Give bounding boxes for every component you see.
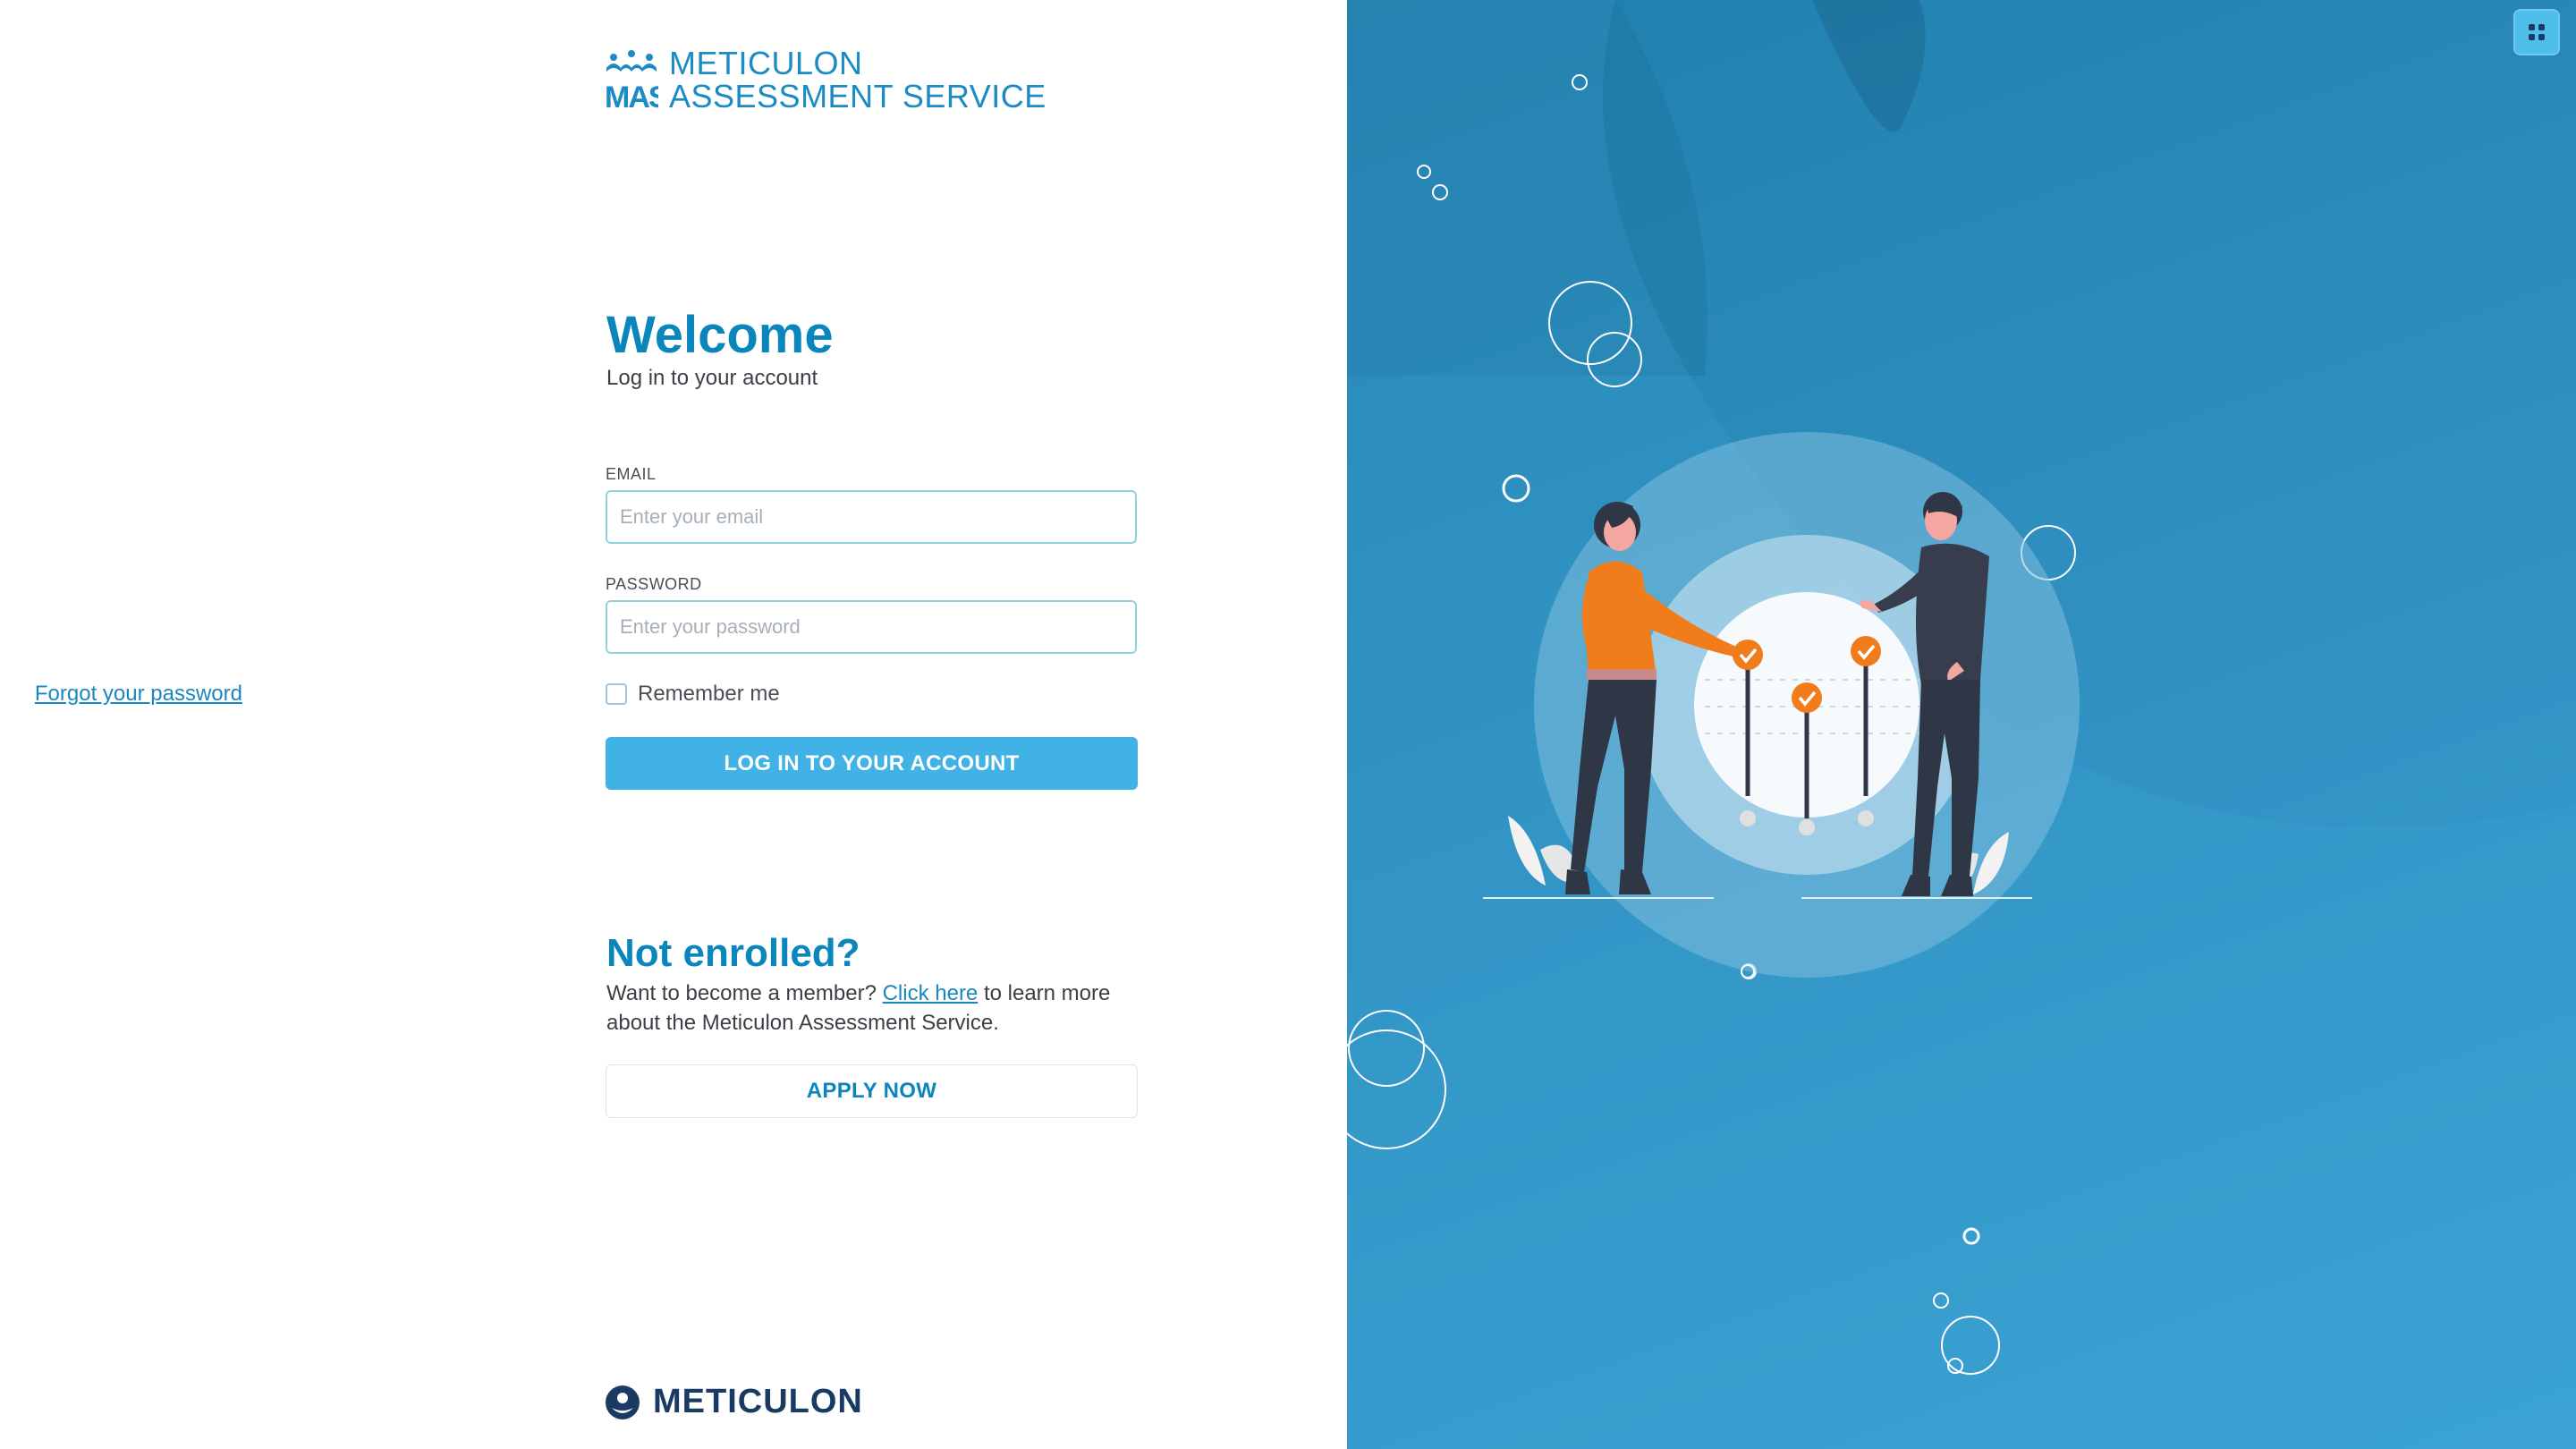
email-field[interactable] bbox=[606, 490, 1137, 544]
team-illustration bbox=[1347, 0, 2576, 1449]
email-label: EMAIL bbox=[606, 465, 657, 483]
click-here-link[interactable]: Click here bbox=[883, 981, 979, 1005]
password-field[interactable] bbox=[606, 600, 1137, 654]
page-title: Welcome bbox=[606, 306, 834, 364]
remember-checkbox[interactable] bbox=[606, 683, 627, 705]
remember-label: Remember me bbox=[638, 682, 780, 706]
forgot-password-link[interactable]: Forgot your password bbox=[35, 682, 242, 707]
apps-menu-button[interactable] bbox=[2513, 9, 2560, 55]
brand-name: METICULON ASSESSMENT SERVICE bbox=[669, 47, 1046, 113]
brand-header: MAS METICULON ASSESSMENT SERVICE bbox=[605, 47, 1046, 113]
brand-line1: METICULON bbox=[669, 45, 863, 81]
footer-logo-text: METICULON bbox=[653, 1383, 863, 1420]
meticulon-logo-icon bbox=[606, 1385, 640, 1419]
apps-grid-icon bbox=[2529, 24, 2545, 40]
page-subtitle: Log in to your account bbox=[606, 366, 818, 390]
footer-logo: METICULON bbox=[605, 1383, 863, 1421]
remember-me[interactable]: Remember me bbox=[606, 682, 780, 707]
enroll-text-before: Want to become a member? bbox=[606, 981, 883, 1005]
brand-line2: ASSESSMENT SERVICE bbox=[669, 78, 1046, 114]
apply-now-button[interactable]: APPLY NOW bbox=[606, 1064, 1138, 1118]
illustration-panel bbox=[1347, 0, 2576, 1449]
login-button[interactable]: LOG IN TO YOUR ACCOUNT bbox=[606, 737, 1138, 790]
password-label: PASSWORD bbox=[606, 575, 702, 593]
login-panel: MAS METICULON ASSESSMENT SERVICE Welcome… bbox=[0, 0, 1347, 1449]
mas-logo-icon: MAS bbox=[605, 50, 658, 111]
enroll-text: Want to become a member? Click here to l… bbox=[606, 979, 1143, 1038]
login-page: MAS METICULON ASSESSMENT SERVICE Welcome… bbox=[0, 0, 2576, 1449]
enroll-title: Not enrolled? bbox=[606, 931, 860, 975]
svg-text:MAS: MAS bbox=[605, 80, 658, 111]
